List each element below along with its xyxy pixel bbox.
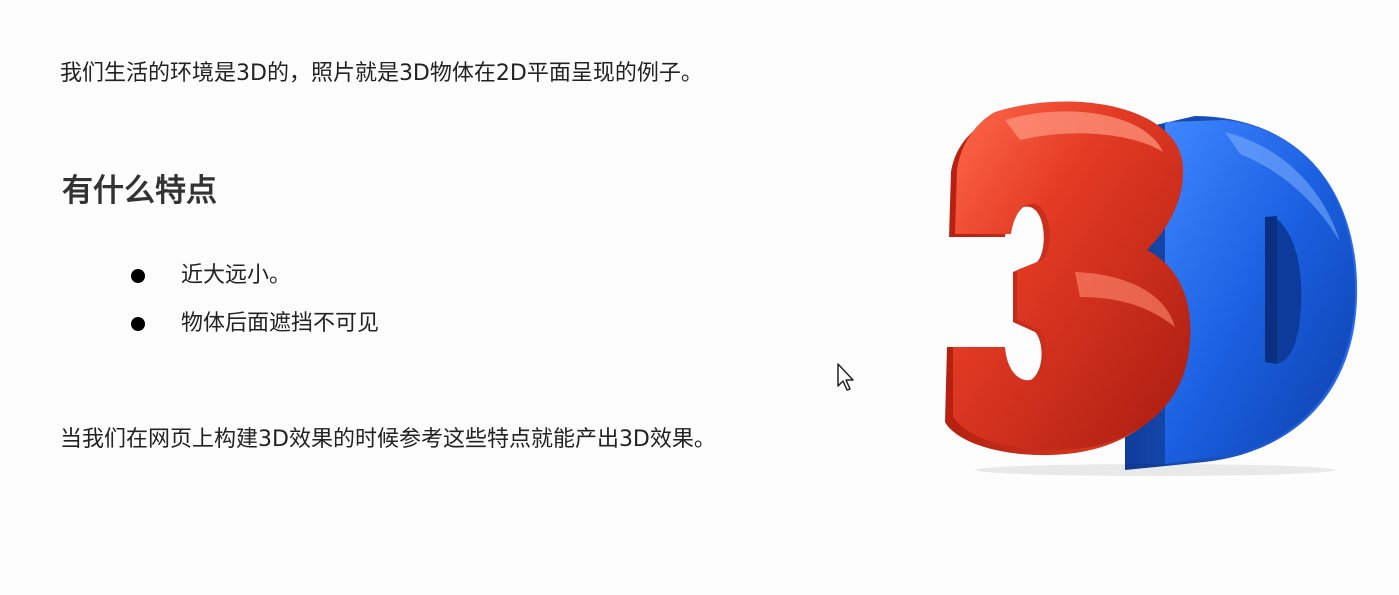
intro-paragraph: 我们生活的环境是3D的，照片就是3D物体在2D平面呈现的例子。 — [60, 61, 703, 86]
bullet-icon — [131, 269, 145, 283]
bullet-icon — [131, 317, 145, 331]
closing-paragraph: 当我们在网页上构建3D效果的时候参考这些特点就能产出3D效果。 — [60, 427, 716, 452]
section-heading: 有什么特点 — [62, 173, 217, 209]
3d-logo-image — [945, 101, 1358, 476]
list-item-text: 近大远小。 — [181, 263, 292, 288]
list-item-text: 物体后面遮挡不可见 — [181, 311, 380, 336]
mouse-pointer-icon — [837, 363, 854, 391]
